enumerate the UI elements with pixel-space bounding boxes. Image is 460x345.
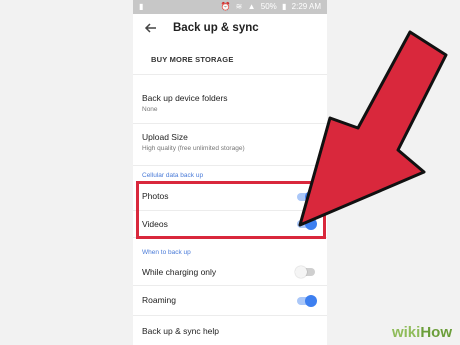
notification-icon: ▮ <box>139 2 144 11</box>
signal-icon: ▲ <box>247 2 256 11</box>
backup-folders-value: None <box>142 106 158 113</box>
battery-icon: ▮ <box>282 2 287 11</box>
app-bar: Back up & sync <box>133 14 327 46</box>
arrow-back-icon[interactable] <box>143 20 159 36</box>
upload-size-value: High quality (free unlimited storage) <box>142 145 245 152</box>
phone-screen: ▮ ⏰ ≋ ▲ 50% ▮ 2:29 AM Back up & sync BUY… <box>133 0 327 345</box>
background-right <box>327 0 460 345</box>
toggle-knob <box>295 266 307 278</box>
charging-only-title: While charging only <box>142 267 217 277</box>
buy-more-storage-button[interactable]: BUY MORE STORAGE <box>151 55 234 64</box>
toggle-knob <box>305 295 317 307</box>
roaming-toggle[interactable] <box>297 295 317 307</box>
clock: 2:29 AM <box>291 2 321 11</box>
backup-folders-title: Back up device folders <box>142 93 228 103</box>
buy-storage-row: BUY MORE STORAGE <box>133 46 327 75</box>
upload-size-row[interactable]: Upload Size High quality (free unlimited… <box>133 123 327 166</box>
help-title: Back up & sync help <box>142 326 220 336</box>
roaming-title: Roaming <box>142 295 177 305</box>
roaming-row[interactable]: Roaming <box>133 285 327 316</box>
logo-suffix: How <box>420 324 452 341</box>
cellular-section-header: Cellular data back up <box>142 172 204 179</box>
help-row[interactable]: Back up & sync help <box>133 315 327 345</box>
charging-only-toggle[interactable] <box>295 266 315 278</box>
page-title: Back up & sync <box>173 22 259 34</box>
logo-prefix: wiki <box>391 324 421 341</box>
charging-only-row[interactable]: While charging only <box>133 259 327 286</box>
wikihow-logo: wikiHow <box>392 324 452 341</box>
backup-folders-row[interactable]: Back up device folders None <box>133 83 327 124</box>
battery-level: 50% <box>260 2 277 11</box>
wifi-icon: ≋ <box>235 2 243 11</box>
when-section-header: When to back up <box>142 249 191 256</box>
highlight-box <box>136 181 326 239</box>
upload-size-title: Upload Size <box>142 132 188 142</box>
alarm-icon: ⏰ <box>220 2 231 11</box>
background-left <box>0 0 133 345</box>
status-bar: ▮ ⏰ ≋ ▲ 50% ▮ 2:29 AM <box>133 0 327 14</box>
